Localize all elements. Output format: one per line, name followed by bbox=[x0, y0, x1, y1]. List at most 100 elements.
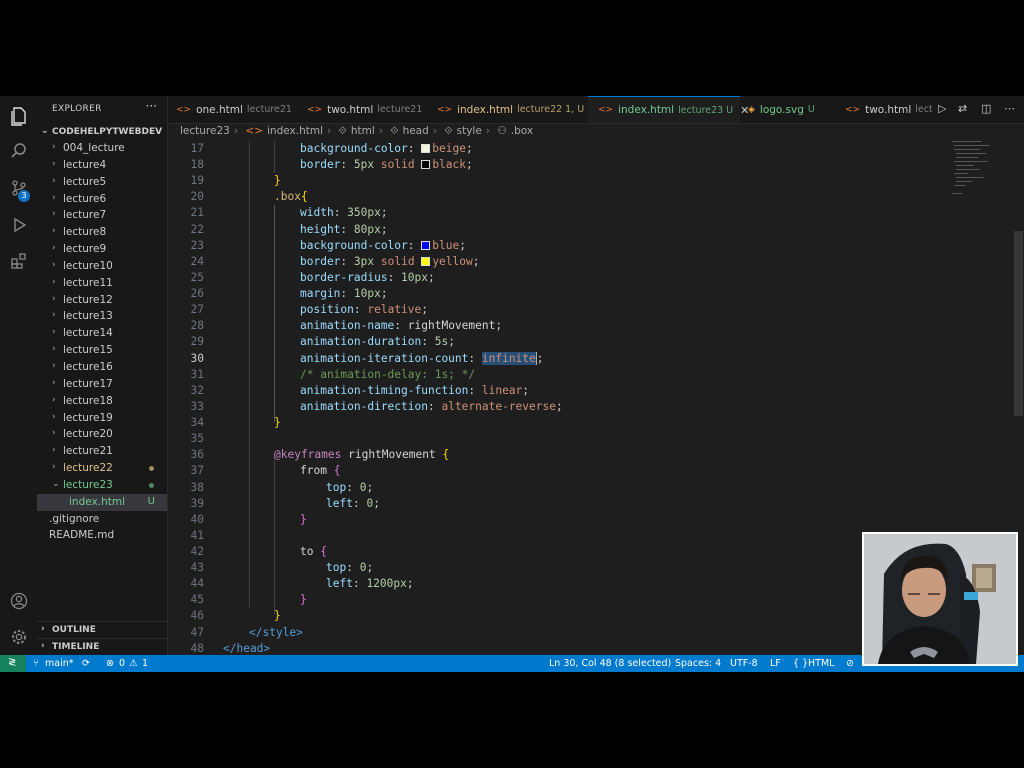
encoding[interactable]: UTF-8 bbox=[730, 658, 758, 669]
chevron-right-icon: › bbox=[52, 259, 56, 270]
code-line-current: 30 animation-iteration-count: infinite; bbox=[190, 351, 544, 365]
folder-lecture12[interactable]: › lecture12 bbox=[37, 292, 167, 309]
folder-lecture4[interactable]: › lecture4 bbox=[37, 157, 167, 174]
compare-changes-icon[interactable]: ⇄ bbox=[958, 102, 967, 115]
chevron-right-icon: › bbox=[52, 344, 56, 355]
file-gitignore[interactable]: .gitignore bbox=[37, 511, 167, 528]
error-count[interactable]: 0 bbox=[119, 658, 125, 669]
folder-lecture18[interactable]: › lecture18 bbox=[37, 393, 167, 410]
workspace-root[interactable]: ⌄ CODEHELPYTWEBDEV bbox=[37, 125, 167, 141]
account-icon[interactable] bbox=[7, 589, 30, 612]
outline-section[interactable]: › OUTLINE bbox=[37, 621, 167, 638]
folder-lecture19[interactable]: › lecture19 bbox=[37, 410, 167, 427]
folder-lecture15[interactable]: › lecture15 bbox=[37, 342, 167, 359]
file-readme[interactable]: README.md bbox=[37, 527, 167, 544]
code-line: 39 left: 0; bbox=[190, 496, 380, 510]
settings-gear-icon[interactable] bbox=[7, 625, 30, 648]
explorer-icon[interactable] bbox=[7, 104, 30, 127]
color-swatch[interactable] bbox=[421, 256, 431, 266]
folder-lecture21[interactable]: › lecture21 bbox=[37, 443, 167, 460]
folder-lecture23[interactable]: ⌄ lecture23 bbox=[37, 477, 167, 494]
presenter-video bbox=[864, 534, 1016, 664]
chevron-right-icon: › bbox=[52, 209, 56, 220]
html-file-icon: <> bbox=[845, 104, 861, 115]
color-swatch[interactable] bbox=[421, 144, 431, 153]
remote-icon: ≷ bbox=[8, 657, 17, 668]
modified-dot bbox=[149, 466, 154, 472]
folder-lecture16[interactable]: › lecture16 bbox=[37, 359, 167, 376]
code-line: 31/* animation-delay: 1s; */ bbox=[190, 367, 476, 381]
tab-index-html-lecture23[interactable]: <> index.html lecture23 U ✕ bbox=[588, 96, 749, 123]
chevron-down-icon: ⌄ bbox=[41, 126, 49, 136]
folder-lecture20[interactable]: › lecture20 bbox=[37, 426, 167, 443]
run-icon[interactable]: ▷ bbox=[938, 102, 946, 115]
braces-icon: { } bbox=[793, 658, 809, 669]
port-icon[interactable]: ⊘ bbox=[846, 658, 854, 669]
editor-actions: ▷ ⇄ ◫ ⋯ bbox=[932, 96, 1024, 123]
folder-lecture6[interactable]: › lecture6 bbox=[37, 191, 167, 208]
code-line: 23 background-color: blue; bbox=[190, 238, 466, 252]
line-ending[interactable]: LF bbox=[770, 658, 781, 669]
html-file-icon: <> bbox=[307, 104, 323, 115]
folder-lecture22[interactable]: › lecture22 bbox=[37, 460, 167, 477]
branch-icon: ⑂ bbox=[33, 658, 39, 669]
cursor-position[interactable]: Ln 30, Col 48 (8 selected) bbox=[549, 658, 671, 669]
selected-text[interactable]: infinite bbox=[481, 351, 536, 365]
folder-lecture10[interactable]: › lecture10 bbox=[37, 258, 167, 275]
breadcrumb-item[interactable]: style bbox=[457, 125, 482, 137]
error-icon: ⊗ bbox=[106, 658, 114, 669]
vertical-scrollbar[interactable] bbox=[1014, 231, 1023, 416]
folder-lecture5[interactable]: › lecture5 bbox=[37, 174, 167, 191]
folder-004-lecture[interactable]: › 004_lecture bbox=[37, 140, 167, 157]
code-line: 27 position: relative; bbox=[190, 303, 429, 317]
color-swatch[interactable] bbox=[421, 240, 431, 250]
code-editor[interactable]: 17 background-color: beige; 18 border: 5px… bbox=[168, 141, 948, 655]
folder-lecture8[interactable]: › lecture8 bbox=[37, 224, 167, 241]
git-branch[interactable]: main* bbox=[45, 658, 74, 669]
folder-lecture11[interactable]: › lecture11 bbox=[37, 275, 167, 292]
tab-two-html[interactable]: <> two.html lecture21 bbox=[307, 96, 422, 123]
activity-bar: 3 bbox=[0, 96, 37, 655]
code-line: 40} bbox=[190, 512, 307, 526]
more-actions-icon[interactable]: ··· bbox=[146, 99, 157, 113]
breadcrumb-item[interactable]: .box bbox=[511, 125, 533, 137]
color-swatch[interactable] bbox=[421, 160, 431, 170]
timeline-section[interactable]: › TIMELINE bbox=[37, 638, 167, 655]
chevron-right-icon: › bbox=[52, 310, 56, 321]
folder-lecture9[interactable]: › lecture9 bbox=[37, 241, 167, 258]
remote-indicator[interactable]: ≷ bbox=[0, 655, 26, 672]
chevron-down-icon: ⌄ bbox=[52, 478, 60, 489]
more-actions-icon[interactable]: ⋯ bbox=[1004, 102, 1015, 115]
breadcrumb-item[interactable]: index.html bbox=[267, 125, 323, 137]
run-debug-icon[interactable] bbox=[7, 213, 30, 236]
breadcrumb-item[interactable]: html bbox=[351, 125, 375, 137]
tab-one-html[interactable]: <> one.html lecture21 bbox=[176, 96, 292, 123]
file-index-html[interactable]: index.html U bbox=[37, 493, 167, 511]
folder-lecture7[interactable]: › lecture7 bbox=[37, 207, 167, 224]
code-line: 48 </head> bbox=[190, 641, 271, 655]
folder-lecture13[interactable]: › lecture13 bbox=[37, 308, 167, 325]
breadcrumb: lecture23 › <> index.html › ⟐ html › ⟐ head › ⟐… bbox=[180, 125, 537, 141]
sync-icon[interactable]: ⟳ bbox=[82, 658, 90, 669]
breadcrumb-item[interactable]: head bbox=[403, 125, 429, 137]
folder-lecture17[interactable]: › lecture17 bbox=[37, 376, 167, 393]
warning-count[interactable]: 1 bbox=[142, 658, 148, 669]
indentation[interactable]: Spaces: 4 bbox=[675, 658, 721, 669]
chevron-right-icon: › bbox=[326, 125, 332, 137]
code-line: 44 left: 1200px; bbox=[190, 577, 414, 591]
split-editor-icon[interactable]: ◫ bbox=[981, 102, 991, 115]
search-icon[interactable] bbox=[7, 139, 30, 162]
html-file-icon: <> bbox=[245, 125, 263, 137]
tab-logo-svg[interactable]: ◈ logo.svg U bbox=[748, 96, 815, 123]
extensions-icon[interactable] bbox=[7, 249, 30, 272]
folder-lecture14[interactable]: › lecture14 bbox=[37, 325, 167, 342]
chevron-right-icon: › bbox=[52, 428, 56, 439]
chevron-right-icon: › bbox=[52, 175, 56, 186]
editor-tabs: <> one.html lecture21 <> two.html lecture21 … bbox=[168, 96, 1024, 124]
language-mode[interactable]: HTML bbox=[808, 658, 834, 669]
chevron-right-icon: › bbox=[52, 276, 56, 287]
breadcrumb-item[interactable]: lecture23 bbox=[180, 125, 230, 137]
chevron-right-icon: › bbox=[52, 226, 56, 237]
code-line: 20 .box{ bbox=[190, 190, 308, 204]
tab-index-html-lecture22[interactable]: <> index.html lecture22 1, U bbox=[437, 96, 584, 123]
